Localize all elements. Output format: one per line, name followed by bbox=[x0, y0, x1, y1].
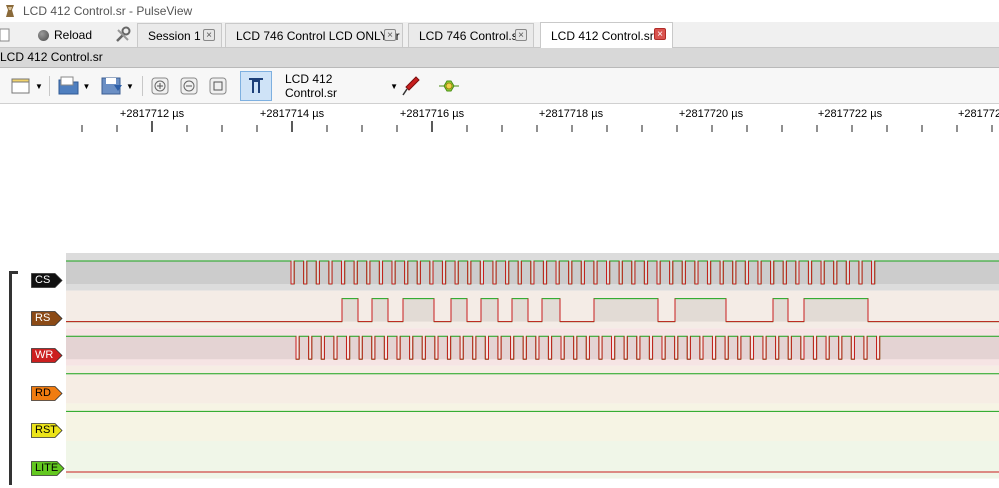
time-ruler[interactable]: +2817712 µs +2817714 µs +2817716 µs +281771… bbox=[66, 104, 999, 246]
tab-lcd-412-control[interactable]: LCD 412 Control.sr × bbox=[540, 22, 673, 48]
signal-trace-area[interactable] bbox=[66, 246, 999, 485]
tab-label: LCD 746 Control LCD ONLY.sr bbox=[236, 28, 400, 43]
ruler-tick-label: +2817718 µs bbox=[538, 108, 604, 120]
save-icon bbox=[101, 77, 123, 95]
zoom-fit-button[interactable] bbox=[206, 74, 230, 98]
tab-label: LCD 746 Control.sr bbox=[419, 28, 522, 43]
chevron-down-icon: ▼ bbox=[35, 81, 43, 91]
channel-label-wr[interactable]: WR bbox=[31, 348, 63, 364]
reload-label: Reload bbox=[54, 28, 93, 42]
main-toolbar: ▼ ▼ ▼ LCD 412 Control.sr ▼ bbox=[0, 68, 999, 104]
tab-label: Session 1 bbox=[148, 28, 201, 43]
channel-label-rd[interactable]: RD bbox=[31, 385, 63, 401]
ruler-tick-label: +2817716 µs bbox=[399, 108, 465, 120]
zoom-out-icon bbox=[180, 77, 198, 95]
channel-label-rst[interactable]: RST bbox=[31, 423, 63, 439]
channel-group-bracket bbox=[9, 271, 18, 485]
tab-lcd-746-control[interactable]: LCD 746 Control.sr × bbox=[408, 23, 534, 47]
channel-name: RST bbox=[35, 424, 57, 437]
tab-close-icon[interactable]: × bbox=[384, 29, 396, 41]
cursor-toggle-button[interactable] bbox=[240, 71, 272, 101]
new-window-icon bbox=[11, 78, 30, 94]
tab-lcd-746-control-lcd-only[interactable]: LCD 746 Control LCD ONLY.sr × bbox=[225, 23, 403, 47]
zoom-in-button[interactable] bbox=[148, 74, 172, 98]
probe-icon bbox=[402, 76, 420, 96]
session-name: LCD 412 Control.sr bbox=[0, 50, 103, 64]
window-title: LCD 412 Control.sr - PulseView bbox=[23, 4, 193, 18]
session-title-strip: LCD 412 Control.sr bbox=[0, 48, 999, 68]
channel-label-cs[interactable]: CS bbox=[31, 273, 63, 288]
channel-name: WR bbox=[35, 349, 54, 362]
channel-label-lite[interactable]: LITE bbox=[31, 461, 65, 476]
tab-close-icon[interactable]: × bbox=[654, 28, 666, 40]
new-view-button[interactable]: ▼ bbox=[8, 74, 46, 98]
pulseview-app-icon bbox=[6, 5, 14, 17]
tools-button[interactable] bbox=[114, 24, 132, 46]
tab-session-1[interactable]: Session 1 × bbox=[137, 23, 222, 47]
ruler-tick-label: +2817712 µs bbox=[119, 108, 185, 120]
zoom-fit-icon bbox=[209, 77, 227, 95]
ruler-tick-label: +2817714 µs bbox=[259, 108, 325, 120]
channel-trace-lite bbox=[66, 441, 999, 479]
new-session-button[interactable] bbox=[0, 24, 10, 46]
document-icon bbox=[0, 28, 10, 42]
reload-icon bbox=[38, 29, 49, 41]
session-tab-bar: Reload Session 1 × LCD 746 Control LCD O… bbox=[0, 22, 999, 48]
chevron-down-icon: ▼ bbox=[390, 81, 398, 91]
channel-name: CS bbox=[35, 274, 51, 286]
channel-trace-rd bbox=[66, 365, 999, 404]
chevron-down-icon: ▼ bbox=[82, 81, 91, 91]
decoder-icon bbox=[439, 80, 459, 92]
channel-label-rs[interactable]: RS bbox=[31, 310, 63, 326]
channel-name: RD bbox=[35, 386, 51, 399]
ruler-tick-label: +2817722 µs bbox=[817, 108, 883, 120]
channel-labels-panel: CS RS WR RD RST LITE bbox=[0, 246, 66, 485]
add-decoder-button[interactable] bbox=[436, 74, 462, 98]
tab-close-icon[interactable]: × bbox=[203, 29, 215, 41]
reload-button[interactable]: Reload bbox=[38, 24, 92, 46]
probe-config-button[interactable] bbox=[400, 74, 422, 98]
tab-label: LCD 412 Control.sr bbox=[551, 28, 654, 43]
folder-open-icon bbox=[58, 76, 79, 95]
channel-trace-cs bbox=[66, 253, 999, 291]
channel-name: LITE bbox=[35, 462, 59, 474]
channel-trace-wr bbox=[66, 328, 999, 366]
channel-trace-rs bbox=[66, 290, 999, 329]
device-selector[interactable]: LCD 412 Control.sr ▼ bbox=[280, 72, 398, 100]
device-label: LCD 412 Control.sr bbox=[285, 72, 338, 100]
open-button[interactable]: ▼ bbox=[55, 74, 93, 98]
window-titlebar: LCD 412 Control.sr - PulseView bbox=[0, 0, 999, 22]
ruler-tick-label: +2817720 µs bbox=[678, 108, 744, 120]
tab-close-icon[interactable]: × bbox=[515, 29, 527, 41]
cursor-markers-icon bbox=[249, 78, 263, 93]
signal-traces bbox=[66, 253, 999, 479]
zoom-out-button[interactable] bbox=[177, 74, 201, 98]
channel-trace-rst bbox=[66, 403, 999, 441]
chevron-down-icon: ▼ bbox=[126, 81, 134, 91]
wrench-screwdriver-icon bbox=[116, 26, 131, 42]
zoom-in-icon bbox=[151, 77, 169, 95]
channel-name: RS bbox=[35, 311, 51, 324]
ruler-tick-label: +281772 bbox=[958, 108, 999, 120]
save-button[interactable]: ▼ bbox=[96, 74, 138, 98]
